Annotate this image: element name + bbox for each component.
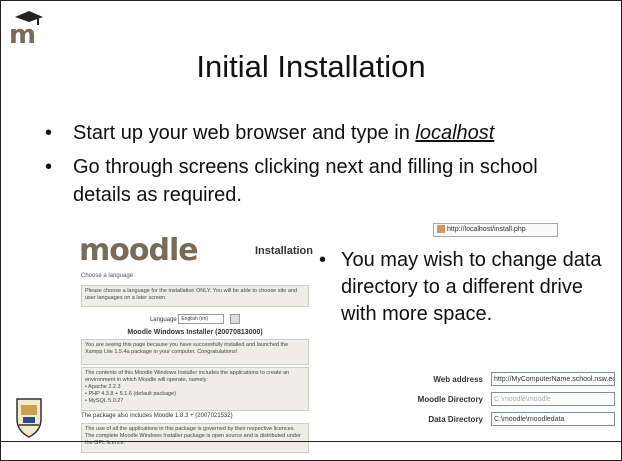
data-directory-label: Data Directory: [428, 415, 483, 424]
svg-text:m: m: [9, 20, 36, 45]
bullet-dot: •: [45, 122, 53, 144]
component-item: • PHP 4.3.8 + 5.1.6 (default package): [85, 391, 176, 397]
moodle-logo-icon: m: [9, 11, 43, 45]
school-crest-icon: [16, 398, 42, 438]
bullet-item: • Start up your web browser and type in …: [41, 119, 601, 147]
components-intro: The contents of this Moodle Windows Inst…: [85, 370, 290, 383]
moodle-directory-field: C:\moodle\moodle: [491, 392, 615, 406]
bullet-item-right: • You may wish to change data directory …: [319, 247, 619, 328]
language-label: Language: [149, 317, 177, 323]
package-line: The package also includes Moodle 1.8.3 +…: [81, 413, 233, 419]
bullet-list: • Start up your web browser and type in …: [41, 119, 601, 215]
moodle-directory-row: Moodle Directory C:\moodle\moodle: [409, 391, 619, 411]
directory-settings: Web address http://MyComputerName.school…: [409, 371, 619, 431]
installation-heading: Installation: [254, 245, 313, 257]
bullet-text: Go through screens clicking next and fil…: [73, 156, 538, 206]
moodle-directory-label: Moodle Directory: [417, 395, 483, 404]
choose-language-label: Choose a language: [81, 273, 134, 279]
component-item: • MySQL 5.0.27: [85, 398, 124, 404]
web-address-row: Web address http://MyComputerName.school…: [409, 371, 619, 391]
language-row: Language English (en): [81, 313, 309, 327]
bullet-dot: •: [319, 249, 327, 271]
licence-panel: The use of all the applications in this …: [81, 423, 309, 453]
data-directory-field: C:\moodle\moodledata: [491, 412, 615, 426]
moodle-installer-screenshot: moodle Installation Choose a language Pl…: [75, 233, 315, 455]
browser-address-bar: http://localhost/install.php: [433, 223, 558, 237]
congrats-panel: You are seeing this page because you hav…: [81, 339, 309, 365]
language-go-button: [230, 314, 241, 325]
windows-installer-title: Moodle Windows Installer (20070813000): [127, 329, 263, 336]
web-address-label: Web address: [433, 375, 483, 384]
bullet-item: • Go through screens clicking next and f…: [41, 153, 601, 209]
data-directory-row: Data Directory C:\moodle\moodledata: [409, 411, 619, 431]
bullet-dot: •: [45, 156, 53, 178]
footer-divider: [1, 441, 621, 442]
localhost-link: localhost: [415, 122, 495, 144]
moodle-wordmark: moodle: [79, 233, 199, 268]
favicon-icon: [437, 225, 445, 234]
web-address-field: http://MyComputerName.school.nsw.edu.au: [491, 372, 615, 386]
language-select: English (en): [178, 314, 225, 325]
components-panel: The contents of this Moodle Windows Inst…: [81, 367, 309, 411]
component-item: • Apache 2.2.3: [85, 384, 121, 390]
intro-panel: Please choose a language for the install…: [81, 285, 309, 307]
bullet-text: You may wish to change data directory to…: [341, 249, 602, 325]
bullet-text: Start up your web browser and type in: [73, 122, 416, 144]
slide: m Initial Installation • Start up your w…: [0, 0, 622, 461]
slide-title: Initial Installation: [196, 49, 426, 84]
browser-url: http://localhost/install.php: [447, 226, 526, 233]
